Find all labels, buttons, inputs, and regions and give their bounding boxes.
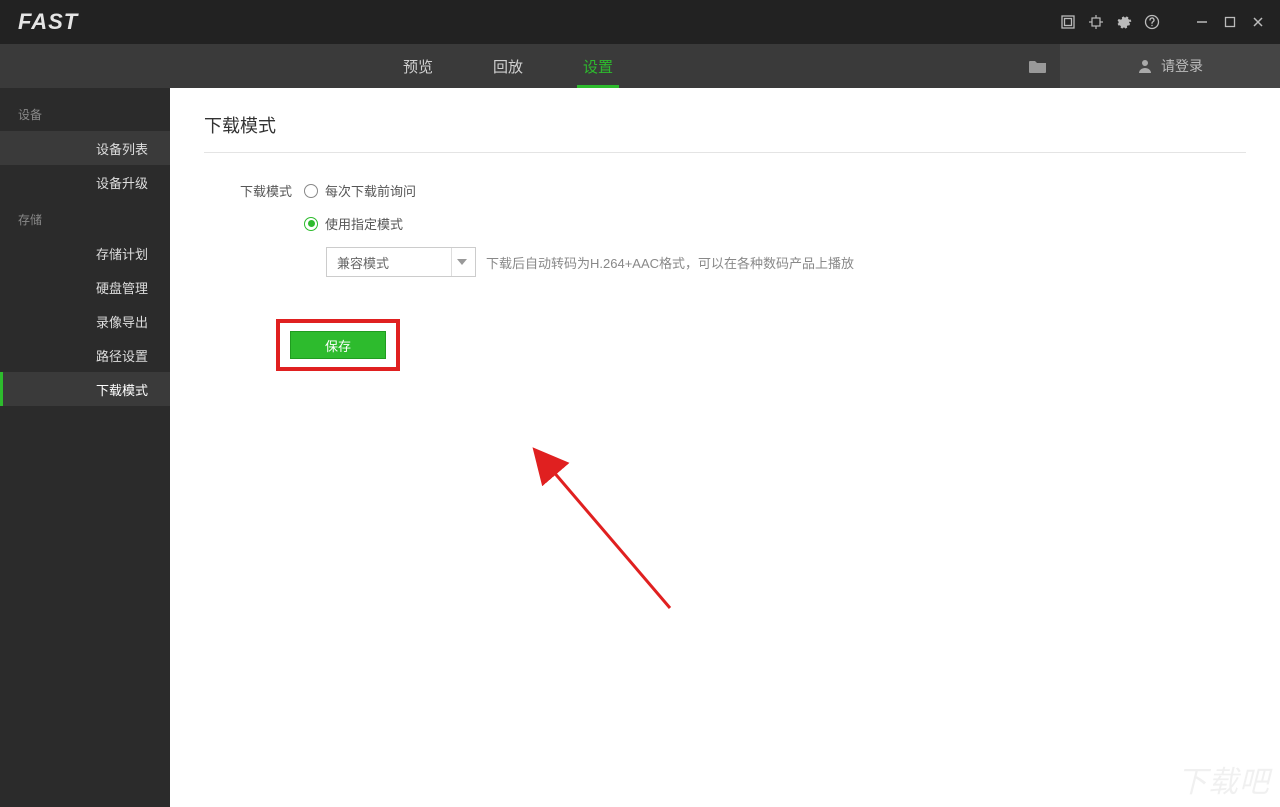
content-area: 下载模式 下载模式 每次下载前询问 使用指定模式 兼容模式 下载后自动转码 (170, 88, 1280, 807)
gear-icon[interactable] (1110, 8, 1138, 36)
grid-icon[interactable] (1054, 8, 1082, 36)
radio-ask-each-time[interactable] (304, 184, 318, 198)
page-title: 下载模式 (204, 112, 1246, 153)
app-logo: FAST (18, 9, 78, 35)
mode-select-value: 兼容模式 (337, 253, 389, 272)
sidebar-item-disk-manage[interactable]: 硬盘管理 (0, 270, 170, 304)
titlebar: FAST (0, 0, 1280, 44)
mode-select[interactable]: 兼容模式 (326, 247, 476, 277)
radio-use-mode-label: 使用指定模式 (325, 214, 403, 233)
annotation-arrow (490, 378, 690, 618)
radio-ask-label: 每次下载前询问 (325, 181, 416, 200)
chevron-down-icon (451, 248, 471, 276)
top-nav: 预览 回放 设置 请登录 (0, 44, 1280, 88)
folder-icon[interactable] (1016, 58, 1060, 74)
minimize-button[interactable] (1188, 8, 1216, 36)
field-label-download-mode: 下载模式 (226, 181, 292, 200)
save-button[interactable]: 保存 (290, 331, 386, 359)
radio-use-mode[interactable] (304, 217, 318, 231)
sidebar-header-storage: 存储 (0, 199, 170, 236)
tab-playback[interactable]: 回放 (463, 44, 553, 88)
mode-hint: 下载后自动转码为H.264+AAC格式，可以在各种数码产品上播放 (486, 253, 854, 272)
sidebar-item-download-mode[interactable]: 下载模式 (0, 372, 170, 406)
sidebar-item-path[interactable]: 路径设置 (0, 338, 170, 372)
help-icon[interactable] (1138, 8, 1166, 36)
watermark: 下载吧 (1177, 757, 1270, 801)
login-button[interactable]: 请登录 (1060, 44, 1280, 88)
sidebar-item-export[interactable]: 录像导出 (0, 304, 170, 338)
sidebar-item-device-upgrade[interactable]: 设备升级 (0, 165, 170, 199)
tab-settings[interactable]: 设置 (553, 44, 643, 88)
user-icon (1137, 58, 1153, 74)
sidebar: 设备 设备列表 设备升级 存储 存储计划 硬盘管理 录像导出 路径设置 下载模式 (0, 88, 170, 807)
sidebar-header-device: 设备 (0, 94, 170, 131)
maximize-button[interactable] (1216, 8, 1244, 36)
sidebar-item-device-list[interactable]: 设备列表 (0, 131, 170, 165)
tab-preview[interactable]: 预览 (373, 44, 463, 88)
login-label: 请登录 (1161, 56, 1203, 76)
sidebar-item-storage-plan[interactable]: 存储计划 (0, 236, 170, 270)
close-button[interactable] (1244, 8, 1272, 36)
chip-icon[interactable] (1082, 8, 1110, 36)
save-highlight-box: 保存 (276, 319, 400, 371)
